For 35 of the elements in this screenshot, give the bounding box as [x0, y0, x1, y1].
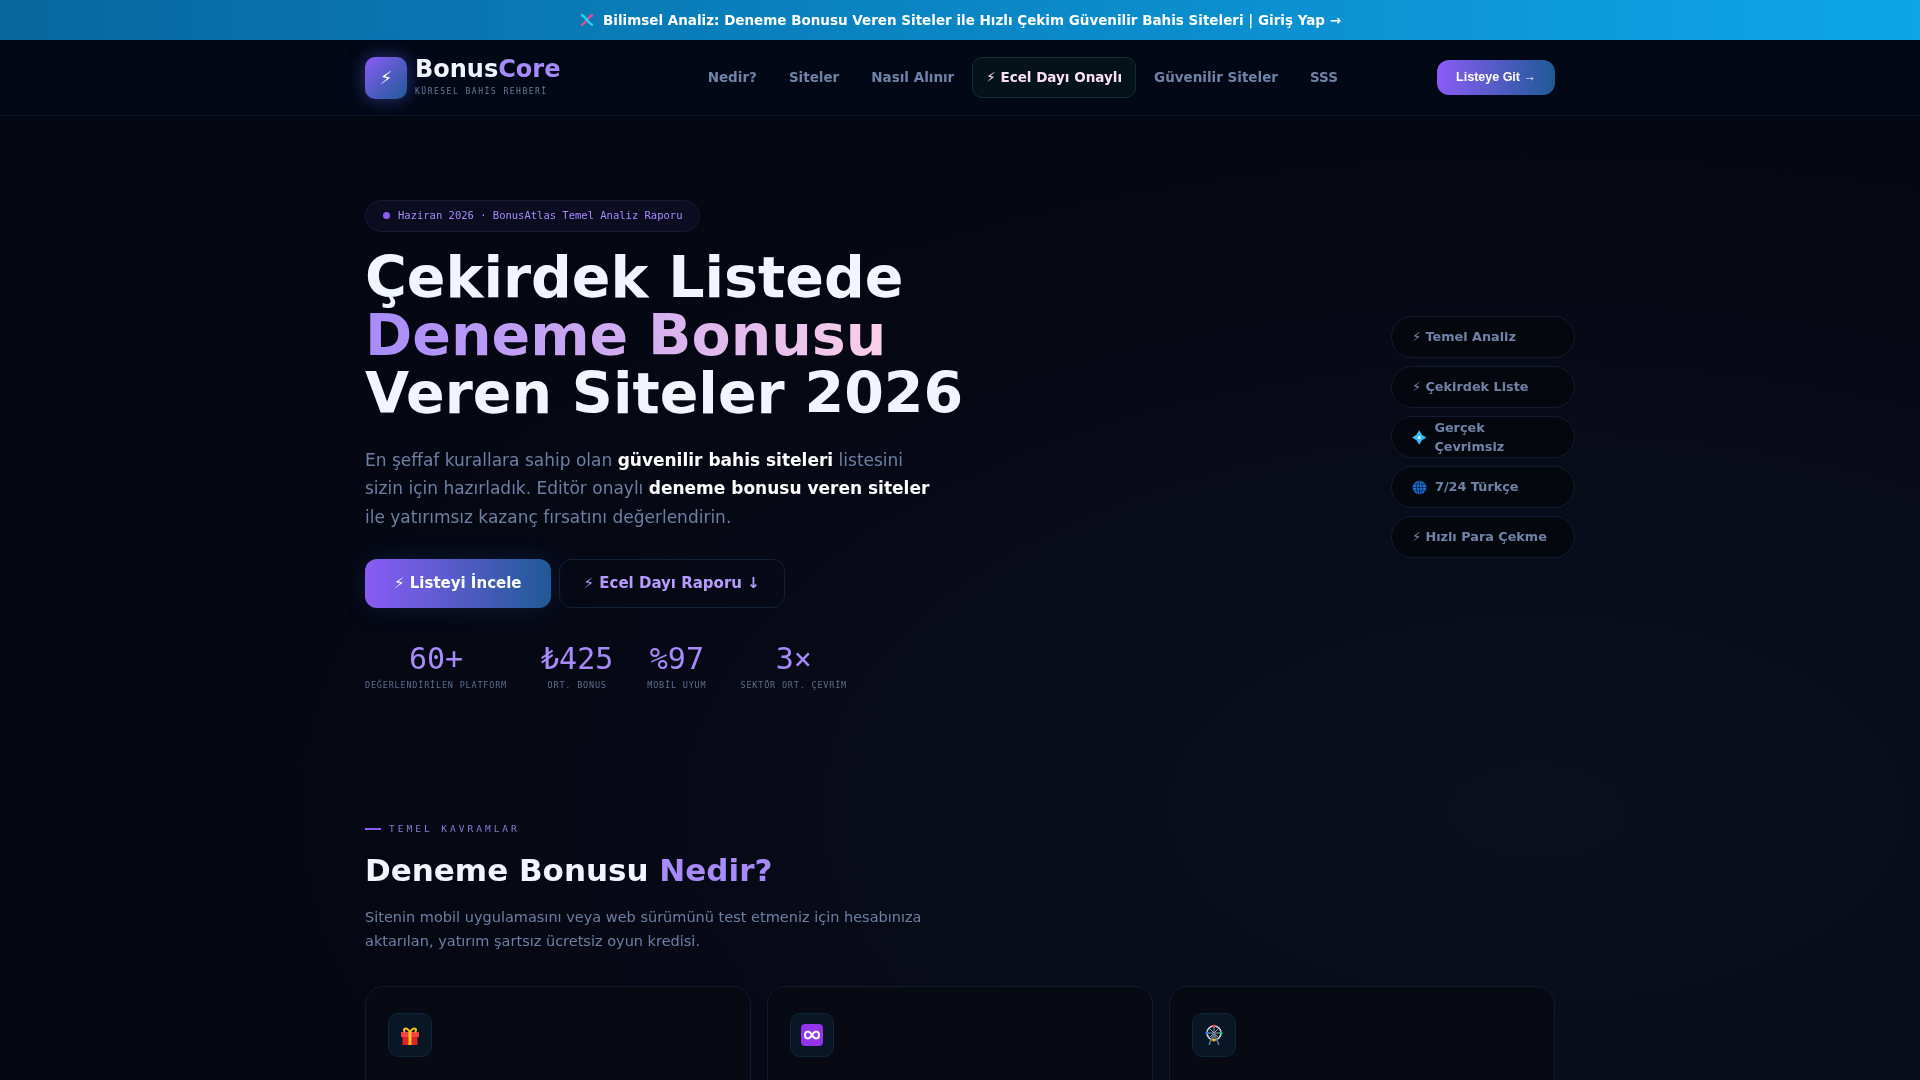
stat-label: ORT. BONUS	[547, 678, 607, 692]
stat-value: ₺425	[541, 641, 614, 675]
list-button[interactable]: Listeye Git →	[1437, 60, 1555, 95]
stat-label: DEĞERLENDİRİLEN PLATFORM	[365, 678, 508, 692]
brand-name: BonusCore	[415, 56, 561, 83]
section-heading: Deneme Bonusu Nedir?	[365, 851, 774, 889]
nav-link[interactable]: Nasıl Alınır	[857, 57, 969, 98]
hero-paragraph: En şeffaf kurallara sahip olan güvenilir bahis siteleri listesini sizin için hazırladık. Editör onaylı deneme bonusu veren siteler ile yatırımsız kazanç fırsatını değerlendirin.	[365, 448, 931, 529]
hero-title: Çekirdek Listede Deneme Bonusu Veren Siteler 2026	[365, 247, 965, 422]
feature-pill: ⚡ Hızlı Para Çekme	[1391, 516, 1575, 558]
section-eyebrow: TEMEL KAVRAMLAR	[389, 821, 520, 836]
stat-value: %97	[649, 641, 704, 675]
section-paragraph: Sitenin mobil uygulamasını veya web sürümünü test etmeniz için hesabınıza aktarılan, yatırım şartsız ücretsiz oyun kredisi.	[365, 907, 923, 952]
ferris-wheel-icon	[1203, 1023, 1225, 1046]
stat-label: MOBİL UYUM	[647, 678, 707, 692]
stat-value: 3×	[775, 641, 812, 675]
nav-link[interactable]: SSS	[1295, 57, 1352, 98]
diamond-icon	[1412, 429, 1427, 445]
stat-label: SEKTÖR ORT. ÇEVRİM	[740, 678, 847, 692]
feature-pill: 7/24 Türkçe	[1391, 466, 1575, 508]
feature-pill: ⚡ Çekirdek Liste	[1391, 366, 1575, 408]
nav-link[interactable]: ⚡ Ecel Dayı Onaylı	[972, 57, 1137, 98]
stat-value: 60+	[408, 641, 464, 675]
feature-pill: ⚡ Temel Analiz	[1391, 316, 1575, 358]
nav-link[interactable]: Nedir?	[693, 57, 771, 98]
feature-pill: Gerçek Çevrimsiz	[1391, 416, 1575, 458]
report-button[interactable]: ⚡ Ecel Dayı Raporu ↓	[558, 559, 785, 608]
logo-icon[interactable]: ⚡	[365, 56, 407, 99]
date-badge: Haziran 2026 · BonusAtlas Temel Analiz Raporu	[365, 200, 701, 232]
nav-link[interactable]: Siteler	[774, 57, 854, 98]
globe-icon	[1412, 479, 1427, 495]
nav-link[interactable]: Güvenilir Siteler	[1140, 57, 1292, 98]
list-button[interactable]: ⚡ Listeyi İncele	[365, 559, 551, 608]
infinity-icon	[800, 1022, 824, 1047]
brand-tagline: KÜRESEL BAHİS REHBERİ	[415, 86, 549, 99]
